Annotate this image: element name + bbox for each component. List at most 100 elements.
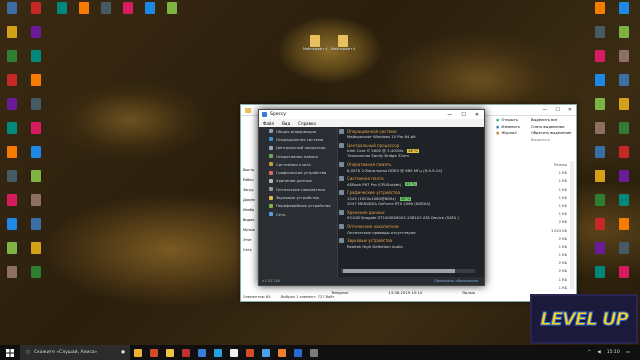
desktop-shortcut-icon[interactable]	[26, 74, 46, 96]
desktop-shortcut-icon[interactable]	[590, 98, 610, 120]
taskbar-app-icon[interactable]	[178, 345, 194, 360]
desktop-shortcut-icon[interactable]	[2, 242, 22, 264]
desktop-shortcut-icon[interactable]	[590, 74, 610, 96]
taskbar-app-icon[interactable]	[210, 345, 226, 360]
desktop-shortcut-icon[interactable]	[590, 242, 610, 264]
desktop-shortcut-icon[interactable]	[2, 122, 22, 144]
desktop-shortcut-icon[interactable]	[52, 2, 72, 24]
desktop-shortcut-icon[interactable]	[590, 266, 610, 288]
desktop-shortcut-icon[interactable]	[590, 218, 610, 240]
taskbar-app-icon[interactable]	[242, 345, 258, 360]
notifications-icon[interactable]: ▭	[626, 350, 630, 355]
desktop-shortcut-icon[interactable]	[590, 50, 610, 72]
check-updates-link[interactable]: Проверить обновления	[434, 279, 484, 283]
microphone-icon[interactable]: ●	[121, 350, 130, 355]
desktop-shortcut-icon[interactable]	[26, 122, 46, 144]
close-icon[interactable]: ✕	[568, 107, 572, 113]
desktop-shortcut-icon[interactable]	[2, 26, 22, 48]
taskbar-app-icon[interactable]	[194, 345, 210, 360]
menu-help[interactable]: Справка	[298, 121, 316, 126]
selected-file-row[interactable]: Telegram 13.08.2019 15:10 Ярлык	[331, 290, 475, 295]
volume-icon[interactable]: ◀	[597, 350, 600, 355]
desktop-shortcut-icon[interactable]	[590, 122, 610, 144]
desktop-shortcut-icon[interactable]	[590, 26, 610, 48]
desktop-shortcut-icon[interactable]	[26, 146, 46, 168]
desktop-shortcut-icon[interactable]	[590, 194, 610, 216]
desktop-shortcut-icon[interactable]	[26, 26, 46, 48]
desktop-shortcut-icon[interactable]	[26, 266, 46, 288]
desktop-shortcut-icon[interactable]	[26, 50, 46, 72]
desktop-shortcut-icon[interactable]	[614, 146, 634, 168]
minimize-icon[interactable]: —	[542, 107, 547, 113]
desktop-shortcut-icon[interactable]	[2, 266, 22, 288]
desktop-shortcut-icon[interactable]	[26, 98, 46, 120]
desktop-shortcut-icon[interactable]	[614, 98, 634, 120]
desktop-shortcut-icon[interactable]	[614, 170, 634, 192]
taskbar-app-icon[interactable]	[162, 345, 178, 360]
speccy-titlebar[interactable]: Speccy — ☐ ✕	[259, 110, 484, 119]
desktop-shortcut-icon[interactable]	[2, 50, 22, 72]
desktop-shortcut-icon[interactable]	[614, 218, 634, 240]
size-column-header[interactable]: Размер	[503, 163, 573, 171]
desktop-shortcut-icon[interactable]	[614, 50, 634, 72]
speccy-nav-item[interactable]: Операционная система	[259, 135, 337, 143]
menu-view[interactable]: Вид	[282, 121, 290, 126]
desktop-shortcut-icon[interactable]	[614, 266, 634, 288]
tray-chevron-icon[interactable]: ^	[588, 350, 592, 355]
clock[interactable]: 15:10	[607, 350, 620, 355]
desktop-shortcut-icon[interactable]	[2, 146, 22, 168]
desktop-shortcut-icon[interactable]	[614, 194, 634, 216]
search-box[interactable]: ○ Скажите «Слушай, Алиса» ●	[20, 345, 130, 360]
desktop-shortcut-icon[interactable]	[614, 74, 634, 96]
horizontal-scrollbar[interactable]	[341, 269, 475, 273]
speccy-nav-item[interactable]: Звуковые устройства	[259, 193, 337, 201]
desktop-shortcut-icon[interactable]	[2, 2, 22, 24]
speccy-nav-item[interactable]: Системная плата	[259, 160, 337, 168]
start-button[interactable]	[0, 345, 20, 360]
speccy-nav-item[interactable]: Центральный процессор	[259, 144, 337, 152]
desktop-shortcut-icon[interactable]	[590, 2, 610, 24]
speccy-nav-item[interactable]: Оперативная память	[259, 152, 337, 160]
desktop-shortcut-icon[interactable]	[614, 242, 634, 264]
folder-icon[interactable]: Майнкрафт Форумы	[331, 35, 355, 57]
desktop-shortcut-icon[interactable]	[590, 170, 610, 192]
desktop-shortcut-icon[interactable]	[590, 146, 610, 168]
taskbar-app-icon[interactable]	[258, 345, 274, 360]
taskbar-app-icon[interactable]	[306, 345, 322, 360]
minimize-icon[interactable]: —	[447, 112, 452, 118]
taskbar-app-icon[interactable]	[274, 345, 290, 360]
desktop-shortcut-icon[interactable]	[26, 242, 46, 264]
desktop-shortcut-icon[interactable]	[614, 122, 634, 144]
desktop-shortcut-icon[interactable]	[2, 170, 22, 192]
speccy-nav-item[interactable]: Оптические накопители	[259, 185, 337, 193]
desktop-shortcut-icon[interactable]	[2, 98, 22, 120]
taskbar-app-icon[interactable]	[290, 345, 306, 360]
desktop-shortcut-icon[interactable]	[74, 2, 94, 24]
speccy-nav-item[interactable]: Графические устройства	[259, 168, 337, 176]
scroll-thumb[interactable]	[343, 269, 455, 273]
desktop-shortcut-icon[interactable]	[614, 2, 634, 24]
explorer-scrollbar[interactable]	[570, 161, 574, 289]
desktop-shortcut-icon[interactable]	[162, 2, 182, 24]
speccy-nav-item[interactable]: Общая информация	[259, 127, 337, 135]
taskbar-app-icon[interactable]	[146, 345, 162, 360]
folder-icon[interactable]: Майнкрафт Форумы	[303, 35, 327, 57]
desktop-shortcut-icon[interactable]	[2, 74, 22, 96]
desktop-shortcut-icon[interactable]	[26, 218, 46, 240]
taskbar-app-icon[interactable]	[130, 345, 146, 360]
speccy-nav-item[interactable]: Сеть	[259, 210, 337, 218]
desktop-shortcut-icon[interactable]	[96, 2, 116, 24]
maximize-icon[interactable]: ☐	[461, 112, 465, 118]
desktop-shortcut-icon[interactable]	[2, 194, 22, 216]
maximize-icon[interactable]: ☐	[555, 107, 559, 113]
desktop-shortcut-icon[interactable]	[26, 2, 46, 24]
desktop-shortcut-icon[interactable]	[26, 170, 46, 192]
desktop-shortcut-icon[interactable]	[26, 194, 46, 216]
menu-file[interactable]: Файл	[263, 121, 274, 126]
desktop-shortcut-icon[interactable]	[2, 218, 22, 240]
speccy-nav-item[interactable]: Хранение данных	[259, 177, 337, 185]
desktop-shortcut-icon[interactable]	[118, 2, 138, 24]
speccy-nav-item[interactable]: Периферийные устройства	[259, 202, 337, 210]
desktop-shortcut-icon[interactable]	[140, 2, 160, 24]
taskbar-app-icon[interactable]	[226, 345, 242, 360]
